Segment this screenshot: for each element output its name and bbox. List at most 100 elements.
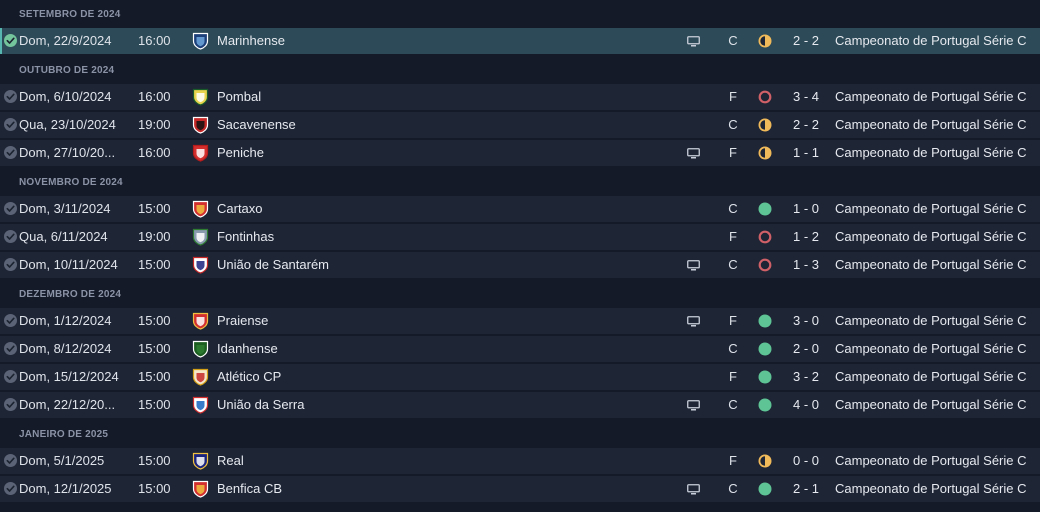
competition-name[interactable]: Campeonato de Portugal Série C [835, 224, 1027, 250]
venue-indicator: C [728, 397, 738, 412]
praiense-crest[interactable] [192, 312, 209, 330]
fixture-row[interactable]: Dom, 10/11/2024 15:00 União de Santarém … [0, 252, 1040, 278]
win-result-icon [758, 202, 772, 216]
opponent-name[interactable]: Cartaxo [217, 196, 263, 222]
match-score[interactable]: 2 - 2 [788, 112, 824, 138]
opponent-name[interactable]: Idanhense [217, 336, 278, 362]
match-date: Dom, 27/10/20... [19, 145, 116, 160]
opponent-name[interactable]: Pombal [217, 84, 261, 110]
match-score[interactable]: 3 - 2 [788, 364, 824, 390]
opponent-name[interactable]: União de Santarém [217, 252, 329, 278]
uniao-santarem-crest[interactable] [192, 256, 209, 274]
match-date: Qua, 6/11/2024 [19, 229, 108, 244]
competition-name[interactable]: Campeonato de Portugal Série C [835, 392, 1027, 418]
opponent-name[interactable]: Peniche [217, 140, 264, 166]
match-time: 15:00 [138, 453, 171, 468]
competition-name[interactable]: Campeonato de Portugal Série C [835, 448, 1027, 474]
opponent-name[interactable]: Praiense [217, 308, 268, 334]
real-crest[interactable] [192, 452, 209, 470]
win-result-icon [758, 370, 772, 384]
sacavenense-crest[interactable] [192, 116, 209, 134]
win-result-icon [758, 482, 772, 496]
match-score[interactable]: 1 - 1 [788, 140, 824, 166]
fixture-row[interactable]: Dom, 6/10/2024 16:00 Pombal F 3 - 4 Camp… [0, 84, 1040, 110]
competition-name[interactable]: Campeonato de Portugal Série C [835, 476, 1027, 502]
opponent-name[interactable]: Real [217, 448, 244, 474]
venue-indicator: F [729, 369, 737, 384]
match-score[interactable]: 2 - 1 [788, 476, 824, 502]
match-date: Qua, 23/10/2024 [19, 117, 116, 132]
match-time: 15:00 [138, 257, 171, 272]
match-time: 16:00 [138, 33, 171, 48]
opponent-name[interactable]: Atlético CP [217, 364, 281, 390]
match-score[interactable]: 3 - 0 [788, 308, 824, 334]
match-score[interactable]: 0 - 0 [788, 448, 824, 474]
win-result-icon [758, 342, 772, 356]
match-score[interactable]: 2 - 2 [788, 28, 824, 54]
match-score[interactable]: 3 - 4 [788, 84, 824, 110]
competition-name[interactable]: Campeonato de Portugal Série C [835, 308, 1027, 334]
opponent-name[interactable]: Fontinhas [217, 224, 274, 250]
competition-name[interactable]: Campeonato de Portugal Série C [835, 252, 1027, 278]
fontinhas-crest[interactable] [192, 228, 209, 246]
fixture-row[interactable]: Dom, 27/10/20... 16:00 Peniche F 1 - 1 C… [0, 140, 1040, 166]
idanhense-crest[interactable] [192, 340, 209, 358]
fixture-row[interactable]: Dom, 5/1/2025 15:00 Real F 0 - 0 Campeon… [0, 448, 1040, 474]
opponent-name[interactable]: Marinhense [217, 28, 285, 54]
atletico-cp-crest[interactable] [192, 368, 209, 386]
competition-name[interactable]: Campeonato de Portugal Série C [835, 336, 1027, 362]
fixture-row[interactable]: Dom, 22/12/20... 15:00 União da Serra C … [0, 392, 1040, 418]
competition-name[interactable]: Campeonato de Portugal Série C [835, 112, 1027, 138]
competition-name[interactable]: Campeonato de Portugal Série C [835, 196, 1027, 222]
fixture-row[interactable]: Qua, 6/11/2024 19:00 Fontinhas F 1 - 2 C… [0, 224, 1040, 250]
month-header: SETEMBRO DE 2024 [0, 0, 1040, 28]
pombal-crest[interactable] [192, 88, 209, 106]
fixture-row[interactable]: Dom, 15/12/2024 15:00 Atlético CP F 3 - … [0, 364, 1040, 390]
opponent-name[interactable]: Sacavenense [217, 112, 296, 138]
fixture-row[interactable]: Dom, 1/12/2024 15:00 Praiense F 3 - 0 Ca… [0, 308, 1040, 334]
fixture-row[interactable]: Dom, 12/1/2025 15:00 Benfica CB C 2 - 1 … [0, 476, 1040, 502]
match-score[interactable]: 2 - 0 [788, 336, 824, 362]
competition-name[interactable]: Campeonato de Portugal Série C [835, 364, 1027, 390]
venue-indicator: C [728, 201, 738, 216]
marinhense-crest[interactable] [192, 32, 209, 50]
match-date: Dom, 12/1/2025 [19, 481, 112, 496]
uniao-serra-crest[interactable] [192, 396, 209, 414]
match-time: 15:00 [138, 341, 171, 356]
match-time: 16:00 [138, 89, 171, 104]
match-score[interactable]: 1 - 2 [788, 224, 824, 250]
check-icon [4, 90, 17, 103]
fixture-row[interactable]: Dom, 22/9/2024 16:00 Marinhense C 2 - 2 … [0, 28, 1040, 54]
draw-result-icon [758, 454, 772, 468]
fixture-row[interactable]: Dom, 8/12/2024 15:00 Idanhense C 2 - 0 C… [0, 336, 1040, 362]
selection-indicator [0, 28, 2, 54]
cartaxo-crest[interactable] [192, 200, 209, 218]
venue-indicator: C [728, 117, 738, 132]
match-date: Dom, 10/11/2024 [19, 257, 118, 272]
opponent-name[interactable]: União da Serra [217, 392, 304, 418]
venue-indicator: F [729, 229, 737, 244]
competition-name[interactable]: Campeonato de Portugal Série C [835, 140, 1027, 166]
tv-icon [687, 36, 700, 47]
draw-result-icon [758, 118, 772, 132]
check-icon [4, 258, 17, 271]
match-time: 15:00 [138, 397, 171, 412]
peniche-crest[interactable] [192, 144, 209, 162]
benfica-cb-crest[interactable] [192, 480, 209, 498]
match-score[interactable]: 1 - 3 [788, 252, 824, 278]
competition-name[interactable]: Campeonato de Portugal Série C [835, 84, 1027, 110]
venue-indicator: F [729, 453, 737, 468]
loss-result-icon [758, 90, 772, 104]
competition-name[interactable]: Campeonato de Portugal Série C [835, 28, 1027, 54]
fixture-row[interactable]: Dom, 3/11/2024 15:00 Cartaxo C 1 - 0 Cam… [0, 196, 1040, 222]
month-header: NOVEMBRO DE 2024 [0, 168, 1040, 196]
venue-indicator: C [728, 257, 738, 272]
month-header: DEZEMBRO DE 2024 [0, 280, 1040, 308]
match-score[interactable]: 4 - 0 [788, 392, 824, 418]
opponent-name[interactable]: Benfica CB [217, 476, 282, 502]
match-score[interactable]: 1 - 0 [788, 196, 824, 222]
loss-result-icon [758, 258, 772, 272]
match-time: 15:00 [138, 369, 171, 384]
check-icon [4, 202, 17, 215]
fixture-row[interactable]: Qua, 23/10/2024 19:00 Sacavenense C 2 - … [0, 112, 1040, 138]
